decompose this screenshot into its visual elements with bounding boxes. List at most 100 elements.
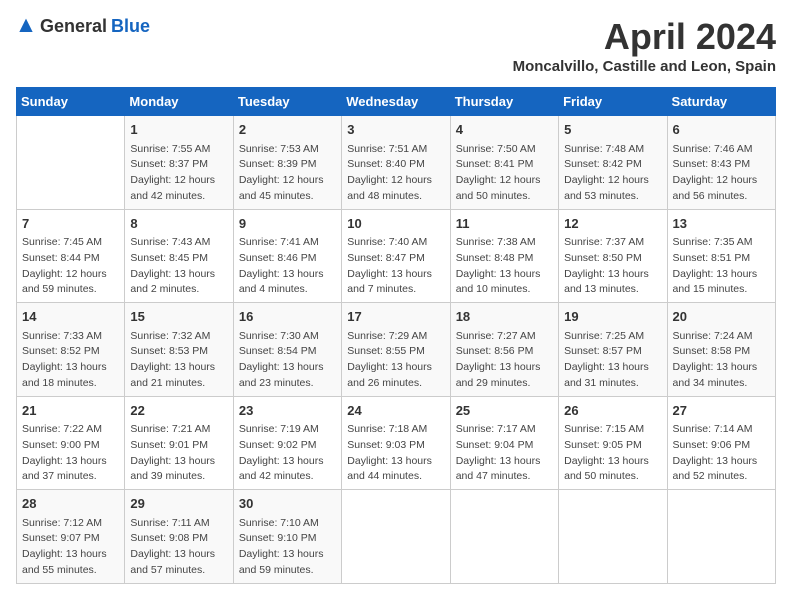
calendar-cell: 6Sunrise: 7:46 AM Sunset: 8:43 PM Daylig… — [667, 116, 775, 210]
calendar-cell: 14Sunrise: 7:33 AM Sunset: 8:52 PM Dayli… — [17, 303, 125, 397]
day-number: 30 — [239, 494, 336, 514]
calendar-table: SundayMondayTuesdayWednesdayThursdayFrid… — [16, 87, 776, 584]
day-info: Sunrise: 7:10 AM Sunset: 9:10 PM Dayligh… — [239, 516, 336, 579]
day-info: Sunrise: 7:22 AM Sunset: 9:00 PM Dayligh… — [22, 422, 119, 485]
day-number: 15 — [130, 307, 227, 327]
day-number: 18 — [456, 307, 553, 327]
day-info: Sunrise: 7:18 AM Sunset: 9:03 PM Dayligh… — [347, 422, 444, 485]
day-info: Sunrise: 7:33 AM Sunset: 8:52 PM Dayligh… — [22, 329, 119, 392]
day-info: Sunrise: 7:46 AM Sunset: 8:43 PM Dayligh… — [673, 142, 770, 205]
day-info: Sunrise: 7:32 AM Sunset: 8:53 PM Dayligh… — [130, 329, 227, 392]
calendar-week-row: 14Sunrise: 7:33 AM Sunset: 8:52 PM Dayli… — [17, 303, 776, 397]
calendar-cell: 11Sunrise: 7:38 AM Sunset: 8:48 PM Dayli… — [450, 209, 558, 303]
calendar-cell: 30Sunrise: 7:10 AM Sunset: 9:10 PM Dayli… — [233, 490, 341, 584]
calendar-cell: 29Sunrise: 7:11 AM Sunset: 9:08 PM Dayli… — [125, 490, 233, 584]
day-number: 14 — [22, 307, 119, 327]
day-info: Sunrise: 7:15 AM Sunset: 9:05 PM Dayligh… — [564, 422, 661, 485]
day-number: 12 — [564, 214, 661, 234]
header-thursday: Thursday — [450, 88, 558, 116]
calendar-week-row: 28Sunrise: 7:12 AM Sunset: 9:07 PM Dayli… — [17, 490, 776, 584]
logo-general-text: General — [40, 16, 107, 37]
calendar-cell — [450, 490, 558, 584]
day-info: Sunrise: 7:30 AM Sunset: 8:54 PM Dayligh… — [239, 329, 336, 392]
calendar-cell: 12Sunrise: 7:37 AM Sunset: 8:50 PM Dayli… — [559, 209, 667, 303]
day-number: 10 — [347, 214, 444, 234]
calendar-cell: 19Sunrise: 7:25 AM Sunset: 8:57 PM Dayli… — [559, 303, 667, 397]
day-number: 23 — [239, 401, 336, 421]
calendar-week-row: 1Sunrise: 7:55 AM Sunset: 8:37 PM Daylig… — [17, 116, 776, 210]
calendar-cell — [667, 490, 775, 584]
calendar-cell: 7Sunrise: 7:45 AM Sunset: 8:44 PM Daylig… — [17, 209, 125, 303]
day-number: 4 — [456, 120, 553, 140]
calendar-cell: 8Sunrise: 7:43 AM Sunset: 8:45 PM Daylig… — [125, 209, 233, 303]
day-info: Sunrise: 7:29 AM Sunset: 8:55 PM Dayligh… — [347, 329, 444, 392]
day-number: 9 — [239, 214, 336, 234]
calendar-cell: 3Sunrise: 7:51 AM Sunset: 8:40 PM Daylig… — [342, 116, 450, 210]
header-tuesday: Tuesday — [233, 88, 341, 116]
calendar-cell: 22Sunrise: 7:21 AM Sunset: 9:01 PM Dayli… — [125, 396, 233, 490]
day-info: Sunrise: 7:17 AM Sunset: 9:04 PM Dayligh… — [456, 422, 553, 485]
day-number: 3 — [347, 120, 444, 140]
day-info: Sunrise: 7:25 AM Sunset: 8:57 PM Dayligh… — [564, 329, 661, 392]
calendar-cell — [17, 116, 125, 210]
day-info: Sunrise: 7:43 AM Sunset: 8:45 PM Dayligh… — [130, 235, 227, 298]
calendar-week-row: 7Sunrise: 7:45 AM Sunset: 8:44 PM Daylig… — [17, 209, 776, 303]
day-number: 20 — [673, 307, 770, 327]
calendar-cell: 23Sunrise: 7:19 AM Sunset: 9:02 PM Dayli… — [233, 396, 341, 490]
calendar-cell: 18Sunrise: 7:27 AM Sunset: 8:56 PM Dayli… — [450, 303, 558, 397]
title-area: April 2024 Moncalvillo, Castille and Leo… — [513, 16, 776, 75]
day-number: 13 — [673, 214, 770, 234]
calendar-cell: 1Sunrise: 7:55 AM Sunset: 8:37 PM Daylig… — [125, 116, 233, 210]
calendar-cell: 28Sunrise: 7:12 AM Sunset: 9:07 PM Dayli… — [17, 490, 125, 584]
calendar-cell: 5Sunrise: 7:48 AM Sunset: 8:42 PM Daylig… — [559, 116, 667, 210]
header-sunday: Sunday — [17, 88, 125, 116]
day-number: 26 — [564, 401, 661, 421]
day-info: Sunrise: 7:24 AM Sunset: 8:58 PM Dayligh… — [673, 329, 770, 392]
day-number: 19 — [564, 307, 661, 327]
day-number: 29 — [130, 494, 227, 514]
day-number: 25 — [456, 401, 553, 421]
day-number: 7 — [22, 214, 119, 234]
calendar-cell: 10Sunrise: 7:40 AM Sunset: 8:47 PM Dayli… — [342, 209, 450, 303]
day-info: Sunrise: 7:14 AM Sunset: 9:06 PM Dayligh… — [673, 422, 770, 485]
location-subtitle: Moncalvillo, Castille and Leon, Spain — [513, 58, 776, 75]
day-info: Sunrise: 7:41 AM Sunset: 8:46 PM Dayligh… — [239, 235, 336, 298]
day-info: Sunrise: 7:37 AM Sunset: 8:50 PM Dayligh… — [564, 235, 661, 298]
day-number: 17 — [347, 307, 444, 327]
day-info: Sunrise: 7:11 AM Sunset: 9:08 PM Dayligh… — [130, 516, 227, 579]
logo-icon — [16, 17, 36, 37]
day-number: 6 — [673, 120, 770, 140]
calendar-cell — [342, 490, 450, 584]
calendar-cell: 26Sunrise: 7:15 AM Sunset: 9:05 PM Dayli… — [559, 396, 667, 490]
calendar-cell: 9Sunrise: 7:41 AM Sunset: 8:46 PM Daylig… — [233, 209, 341, 303]
day-info: Sunrise: 7:12 AM Sunset: 9:07 PM Dayligh… — [22, 516, 119, 579]
day-number: 2 — [239, 120, 336, 140]
calendar-cell: 25Sunrise: 7:17 AM Sunset: 9:04 PM Dayli… — [450, 396, 558, 490]
day-info: Sunrise: 7:48 AM Sunset: 8:42 PM Dayligh… — [564, 142, 661, 205]
header-wednesday: Wednesday — [342, 88, 450, 116]
month-title: April 2024 — [513, 16, 776, 58]
day-info: Sunrise: 7:21 AM Sunset: 9:01 PM Dayligh… — [130, 422, 227, 485]
calendar-cell: 13Sunrise: 7:35 AM Sunset: 8:51 PM Dayli… — [667, 209, 775, 303]
logo: General Blue — [16, 16, 150, 37]
calendar-cell — [559, 490, 667, 584]
day-number: 27 — [673, 401, 770, 421]
day-number: 5 — [564, 120, 661, 140]
calendar-week-row: 21Sunrise: 7:22 AM Sunset: 9:00 PM Dayli… — [17, 396, 776, 490]
calendar-cell: 4Sunrise: 7:50 AM Sunset: 8:41 PM Daylig… — [450, 116, 558, 210]
header-saturday: Saturday — [667, 88, 775, 116]
calendar-header-row: SundayMondayTuesdayWednesdayThursdayFrid… — [17, 88, 776, 116]
calendar-cell: 15Sunrise: 7:32 AM Sunset: 8:53 PM Dayli… — [125, 303, 233, 397]
calendar-cell: 16Sunrise: 7:30 AM Sunset: 8:54 PM Dayli… — [233, 303, 341, 397]
calendar-cell: 20Sunrise: 7:24 AM Sunset: 8:58 PM Dayli… — [667, 303, 775, 397]
day-info: Sunrise: 7:19 AM Sunset: 9:02 PM Dayligh… — [239, 422, 336, 485]
day-info: Sunrise: 7:51 AM Sunset: 8:40 PM Dayligh… — [347, 142, 444, 205]
day-info: Sunrise: 7:38 AM Sunset: 8:48 PM Dayligh… — [456, 235, 553, 298]
calendar-cell: 17Sunrise: 7:29 AM Sunset: 8:55 PM Dayli… — [342, 303, 450, 397]
calendar-cell: 24Sunrise: 7:18 AM Sunset: 9:03 PM Dayli… — [342, 396, 450, 490]
day-number: 21 — [22, 401, 119, 421]
calendar-cell: 21Sunrise: 7:22 AM Sunset: 9:00 PM Dayli… — [17, 396, 125, 490]
day-number: 22 — [130, 401, 227, 421]
day-info: Sunrise: 7:55 AM Sunset: 8:37 PM Dayligh… — [130, 142, 227, 205]
header-friday: Friday — [559, 88, 667, 116]
